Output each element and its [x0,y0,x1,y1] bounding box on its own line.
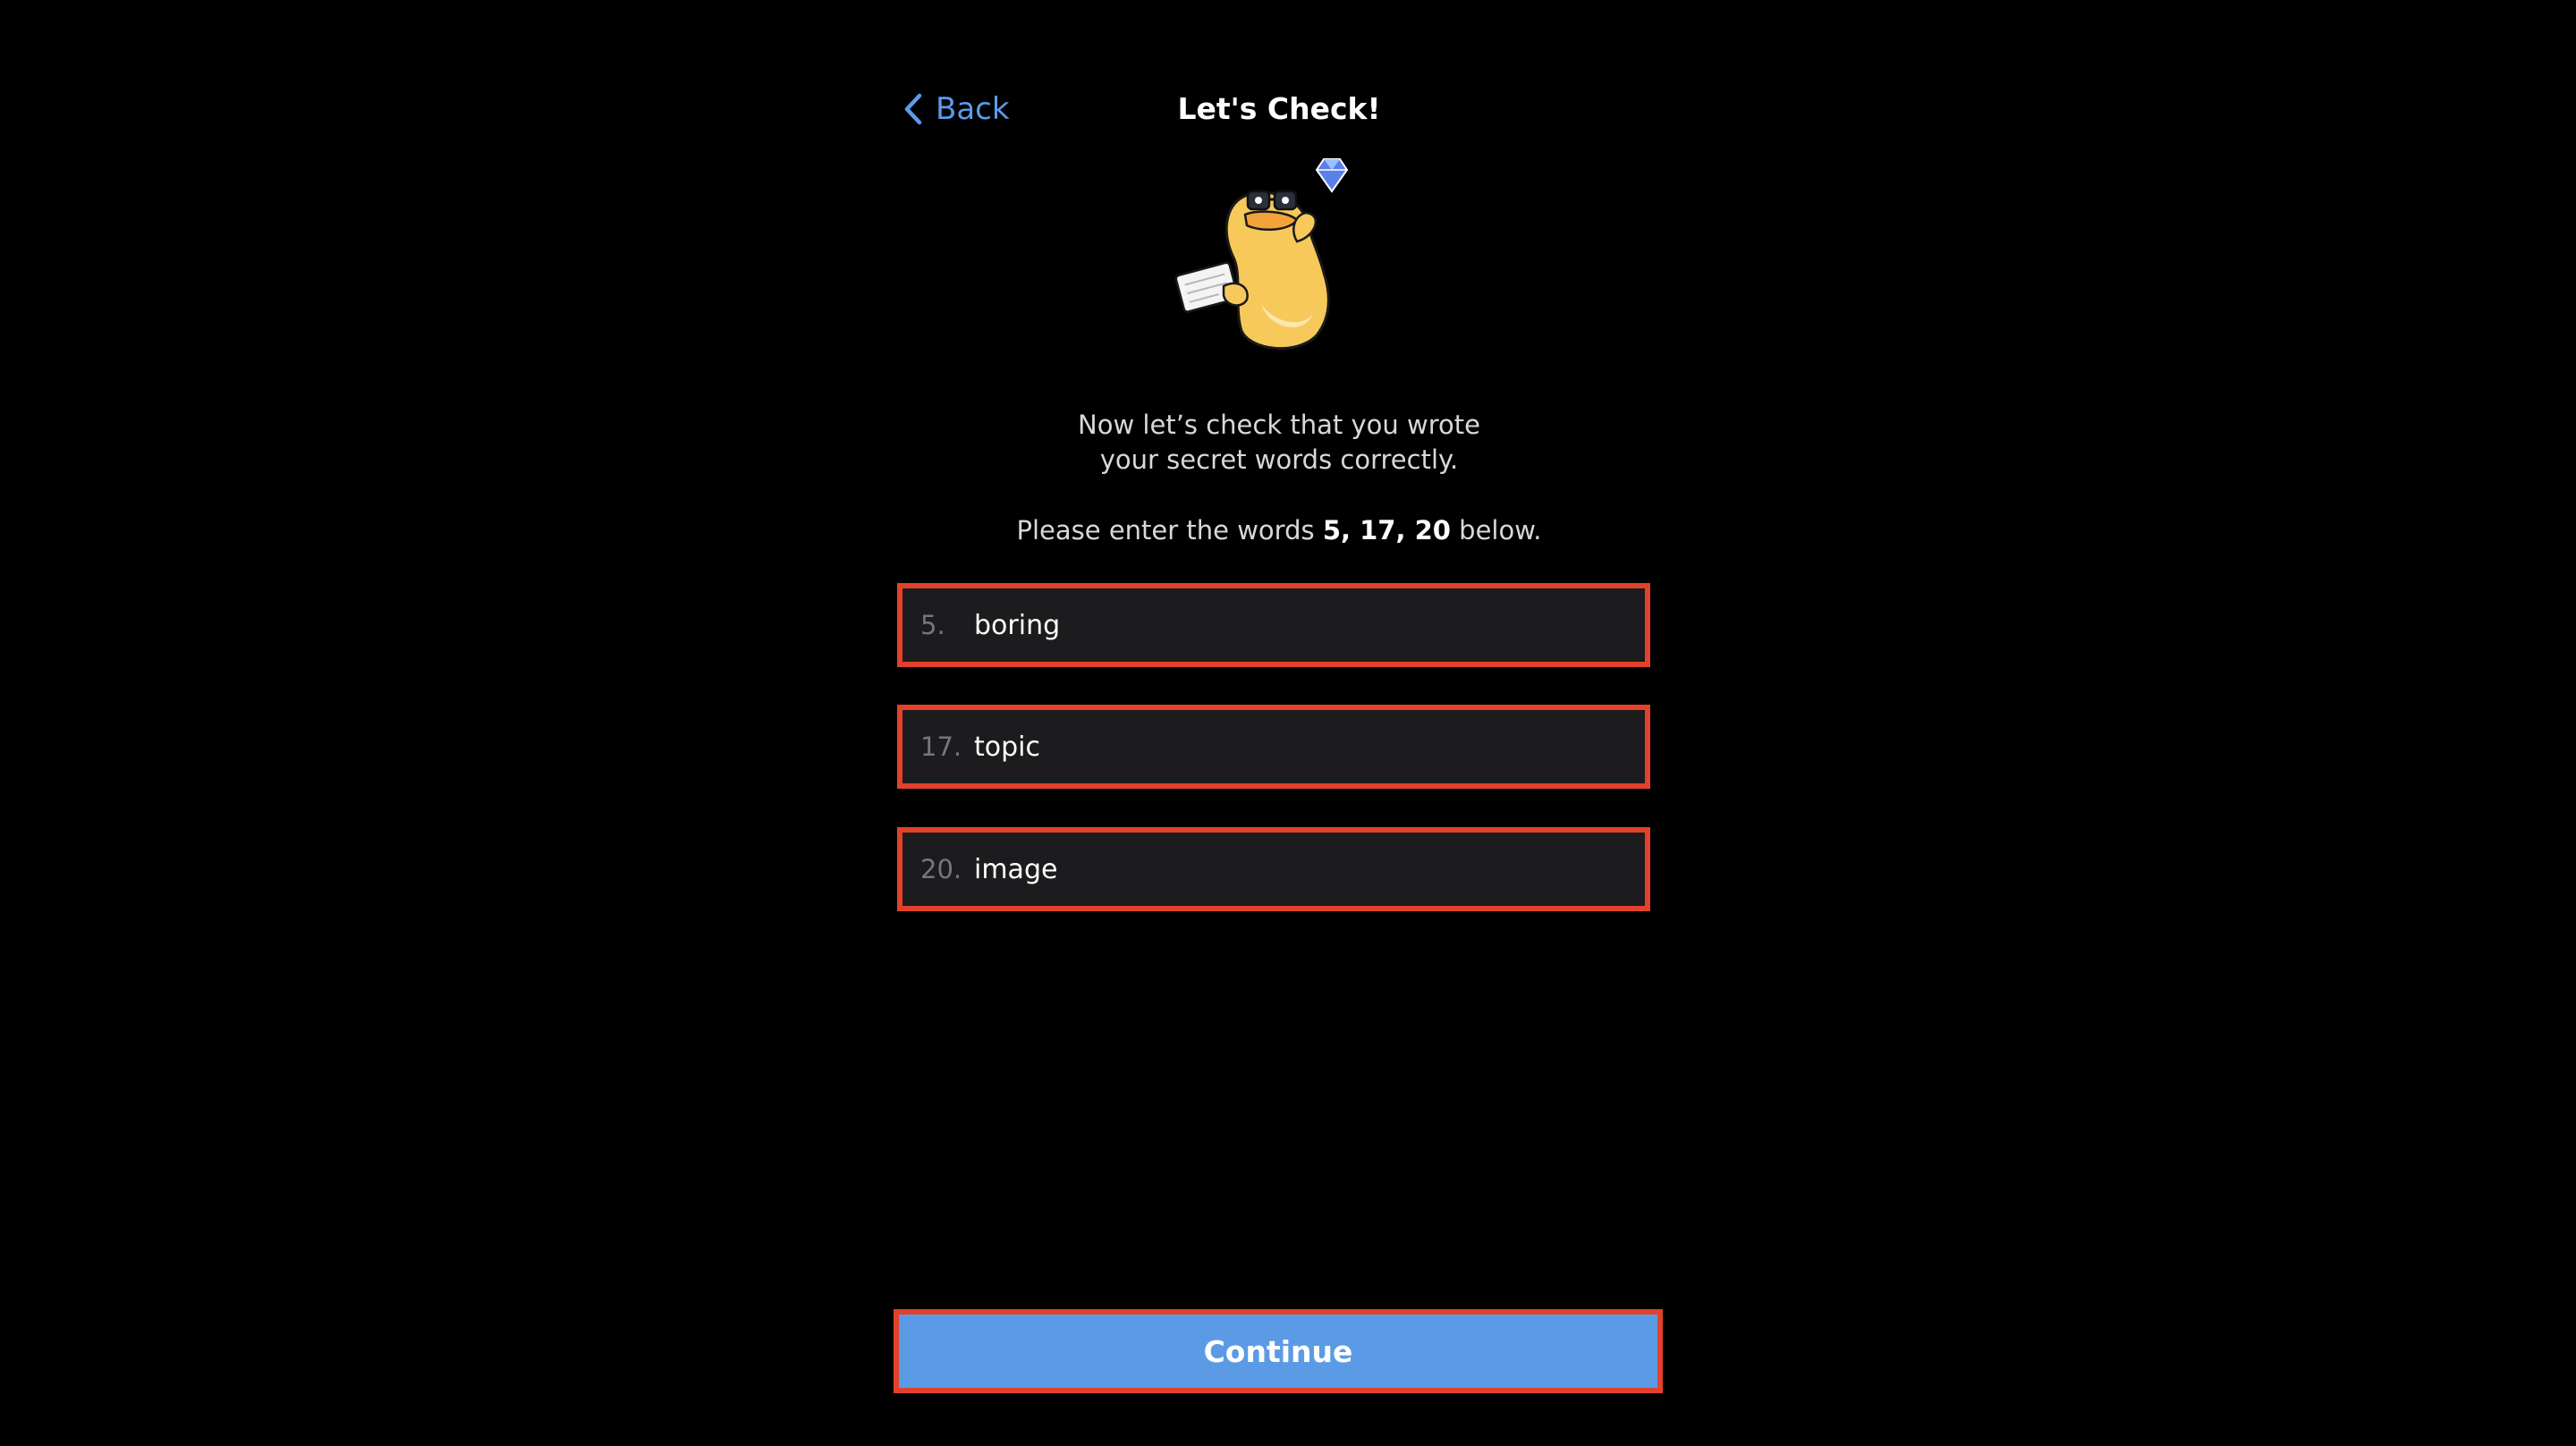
word-number: 20. [920,854,962,884]
intro-line-1: Now let’s check that you wrote [1078,410,1480,440]
instruction-prefix: Please enter the words [1016,515,1323,545]
screen: Back Let's Check! Now let’s check that y… [0,0,2576,1446]
page-title: Let's Check! [1177,91,1381,126]
word-field-5[interactable]: 5. boring [897,583,1650,667]
instruction-word-numbers: 5, 17, 20 [1322,515,1451,545]
diamond-icon [1315,158,1349,193]
word-value: image [974,853,1058,885]
continue-button[interactable]: Continue [894,1309,1663,1393]
word-field-17[interactable]: 17. topic [897,705,1650,789]
back-label: Back [936,91,1010,127]
word-value: topic [974,731,1040,763]
instruction-suffix: below. [1450,515,1542,545]
intro-line-2: your secret words correctly. [1099,444,1459,475]
continue-label: Continue [1203,1333,1353,1369]
word-number: 5. [920,610,945,640]
intro-text: Now let’s check that you wrote your secr… [1020,408,1538,478]
chevron-left-icon [903,93,923,125]
word-value: boring [974,609,1061,641]
word-number: 17. [920,731,962,762]
word-field-20[interactable]: 20. image [897,827,1650,911]
duck-mascot-icon [1172,152,1360,358]
back-button[interactable]: Back [903,88,1010,131]
instruction-text: Please enter the words 5, 17, 20 below. [939,512,1619,548]
